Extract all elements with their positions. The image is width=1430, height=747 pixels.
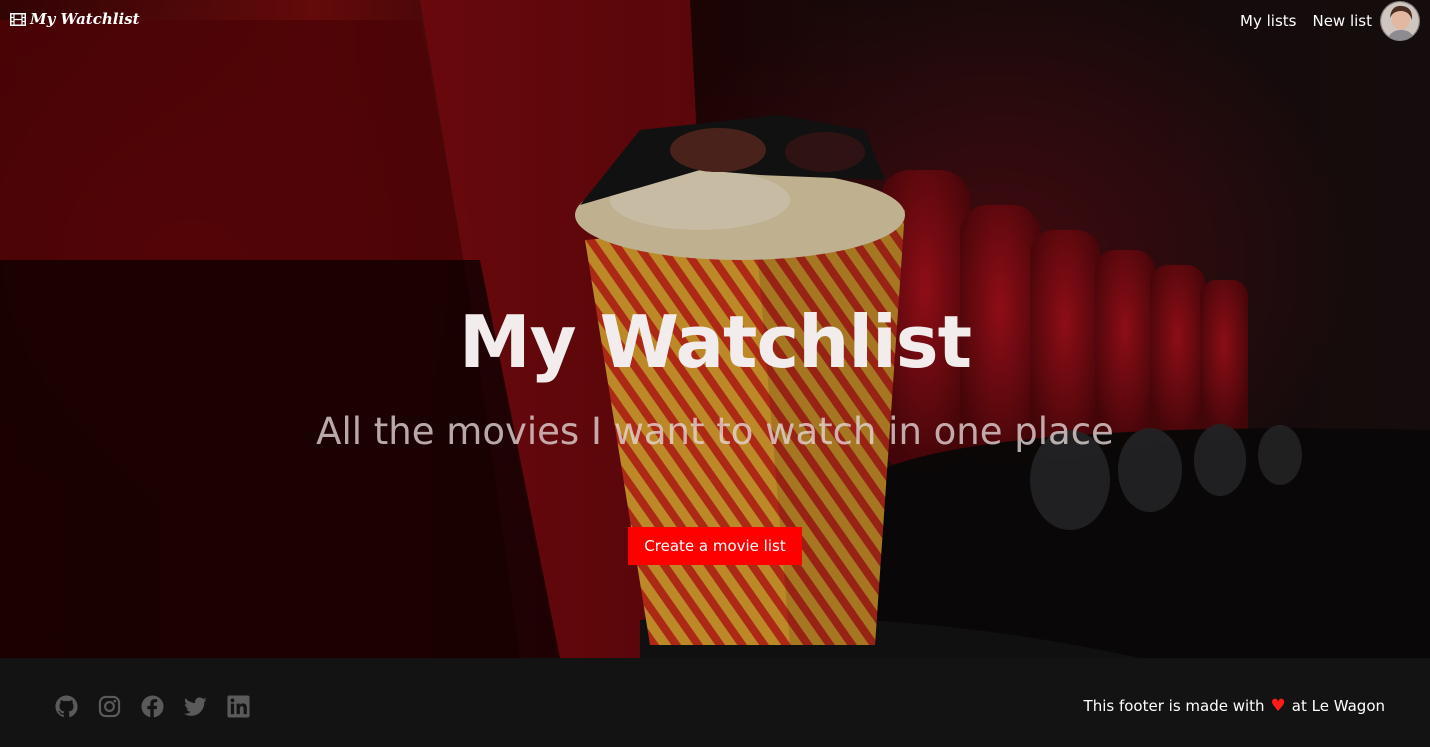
social-links — [55, 695, 250, 718]
hero-banner: My Watchlist My lists New list My Watchl… — [0, 0, 1430, 658]
footer-credit: This footer is made with ♥ at Le Wagon — [1084, 696, 1385, 716]
footer-text-after: at Le Wagon — [1291, 697, 1385, 715]
facebook-icon[interactable] — [141, 695, 164, 718]
create-movie-list-button[interactable]: Create a movie list — [628, 527, 802, 565]
user-avatar-icon — [1381, 2, 1419, 40]
instagram-icon[interactable] — [98, 695, 121, 718]
navbar: My Watchlist My lists New list — [0, 0, 1430, 42]
navbar-right: My lists New list — [1240, 1, 1420, 41]
hero-subtitle: All the movies I want to watch in one pl… — [316, 410, 1114, 453]
nav-link-my-lists[interactable]: My lists — [1240, 12, 1296, 30]
heart-icon: ♥ — [1270, 696, 1286, 716]
footer: This footer is made with ♥ at Le Wagon — [0, 658, 1430, 747]
twitter-icon[interactable] — [184, 695, 207, 718]
brand-link[interactable]: My Watchlist — [10, 10, 140, 28]
footer-text-before: This footer is made with — [1083, 697, 1265, 715]
film-icon — [10, 12, 26, 26]
linkedin-icon[interactable] — [227, 695, 250, 718]
nav-link-new-list[interactable]: New list — [1312, 12, 1372, 30]
hero-title: My Watchlist — [458, 300, 972, 384]
github-icon[interactable] — [55, 695, 78, 718]
brand-name: My Watchlist — [30, 10, 140, 28]
avatar[interactable] — [1380, 1, 1420, 41]
